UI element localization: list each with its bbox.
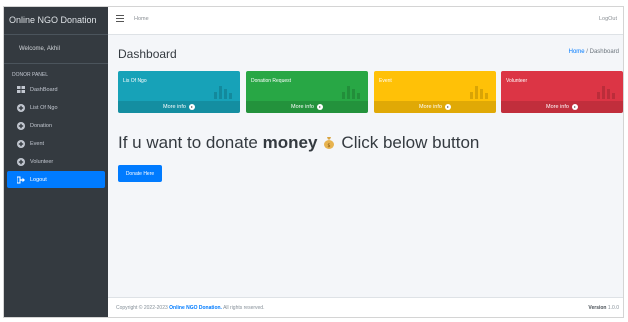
headline-bold-word: money: [262, 133, 318, 152]
brand-title[interactable]: Online NGO Donation: [4, 7, 108, 35]
sidebar-item-label: Volunteer: [30, 158, 54, 165]
sidebar-item-event[interactable]: Event: [7, 135, 105, 152]
app-window: Online NGO Donation Welcome, Akhil DONOR…: [3, 6, 624, 318]
arrow-circle-right-icon: [444, 104, 451, 110]
more-info-link[interactable]: More info: [118, 101, 240, 113]
svg-text:$: $: [328, 143, 331, 149]
main-content: Dashboard Home / Dashboard Lis Of Ngo Mo…: [108, 35, 623, 287]
info-box-list-of-ngo: Lis Of Ngo More info: [118, 71, 240, 113]
logout-link[interactable]: LogOut: [599, 16, 617, 22]
more-info-label: More info: [291, 104, 314, 110]
info-box-label: Donation Request: [251, 78, 292, 84]
copyright-text: Copyright © 2022-2023: [116, 305, 168, 311]
footer-copyright: Copyright © 2022-2023 Online NGO Donatio…: [116, 305, 264, 311]
sidebar-item-donation[interactable]: Donation: [7, 117, 105, 134]
breadcrumb: Home / Dashboard: [569, 49, 619, 55]
more-info-label: More info: [419, 104, 442, 110]
grid-icon: [17, 86, 25, 94]
breadcrumb-home[interactable]: Home: [569, 49, 585, 55]
sidebar-item-label: DashBoard: [30, 86, 58, 93]
headline-text-end: Click below button: [341, 133, 480, 152]
sign-out-icon: [17, 176, 25, 184]
version-label: Version: [588, 305, 607, 311]
money-bag-icon: $: [324, 137, 335, 149]
sidebar-item-list-of-ngo[interactable]: List Of Ngo: [7, 99, 105, 116]
info-box-label: Event: [379, 78, 392, 84]
arrow-circle-right-icon: [571, 104, 578, 110]
plus-circle-icon: [17, 121, 25, 130]
more-info-link[interactable]: More info: [246, 101, 368, 113]
info-box-label: Volunteer: [506, 78, 528, 84]
arrow-circle-right-icon: [316, 104, 323, 110]
sidebar: Online NGO Donation Welcome, Akhil DONOR…: [4, 7, 108, 317]
version-value: 1.0.0: [607, 305, 619, 311]
breadcrumb-separator: /: [586, 49, 588, 55]
bar-chart-icon: [470, 86, 488, 99]
plus-circle-icon: [17, 139, 25, 148]
bar-chart-icon: [342, 86, 360, 99]
more-info-link[interactable]: More info: [374, 101, 496, 113]
donate-headline: If u want to donate money $ Click below bu…: [118, 133, 479, 153]
donate-here-button[interactable]: Donate Here: [118, 165, 162, 182]
bar-chart-icon: [214, 86, 232, 99]
bar-chart-icon: [597, 86, 615, 99]
top-navbar: Home LogOut: [108, 7, 623, 35]
breadcrumb-current: Dashboard: [589, 49, 619, 55]
page-title: Dashboard: [118, 47, 177, 61]
info-box-volunteer: Volunteer More info: [501, 71, 623, 113]
footer: Copyright © 2022-2023 Online NGO Donatio…: [108, 297, 623, 317]
sidebar-item-logout[interactable]: Logout: [7, 171, 105, 188]
welcome-text: Welcome, Akhil: [4, 35, 108, 64]
info-box-event: Event More info: [374, 71, 496, 113]
more-info-link[interactable]: More info: [501, 101, 623, 113]
sidebar-item-label: List Of Ngo: [30, 104, 58, 111]
home-link[interactable]: Home: [134, 16, 149, 22]
arrow-circle-right-icon: [188, 104, 195, 110]
plus-circle-icon: [17, 103, 25, 112]
panel-header: DONOR PANEL: [12, 72, 49, 78]
sidebar-item-label: Donation: [30, 122, 53, 129]
more-info-label: More info: [163, 104, 186, 110]
headline-text: If u want to donate: [118, 133, 258, 152]
hamburger-menu-icon[interactable]: [116, 15, 124, 23]
footer-brand-link[interactable]: Online NGO Donation.: [169, 305, 222, 311]
info-box-donation-request: Donation Request More info: [246, 71, 368, 113]
more-info-label: More info: [546, 104, 569, 110]
rights-text: All rights reserved.: [223, 305, 265, 311]
sidebar-item-label: Event: [30, 140, 45, 147]
sidebar-item-label: Logout: [30, 176, 47, 183]
sidebar-item-volunteer[interactable]: Volunteer: [7, 153, 105, 170]
footer-version: Version 1.0.0: [588, 305, 619, 311]
plus-circle-icon: [17, 157, 25, 166]
sidebar-item-dashboard[interactable]: DashBoard: [7, 81, 105, 98]
info-box-label: Lis Of Ngo: [123, 78, 147, 84]
